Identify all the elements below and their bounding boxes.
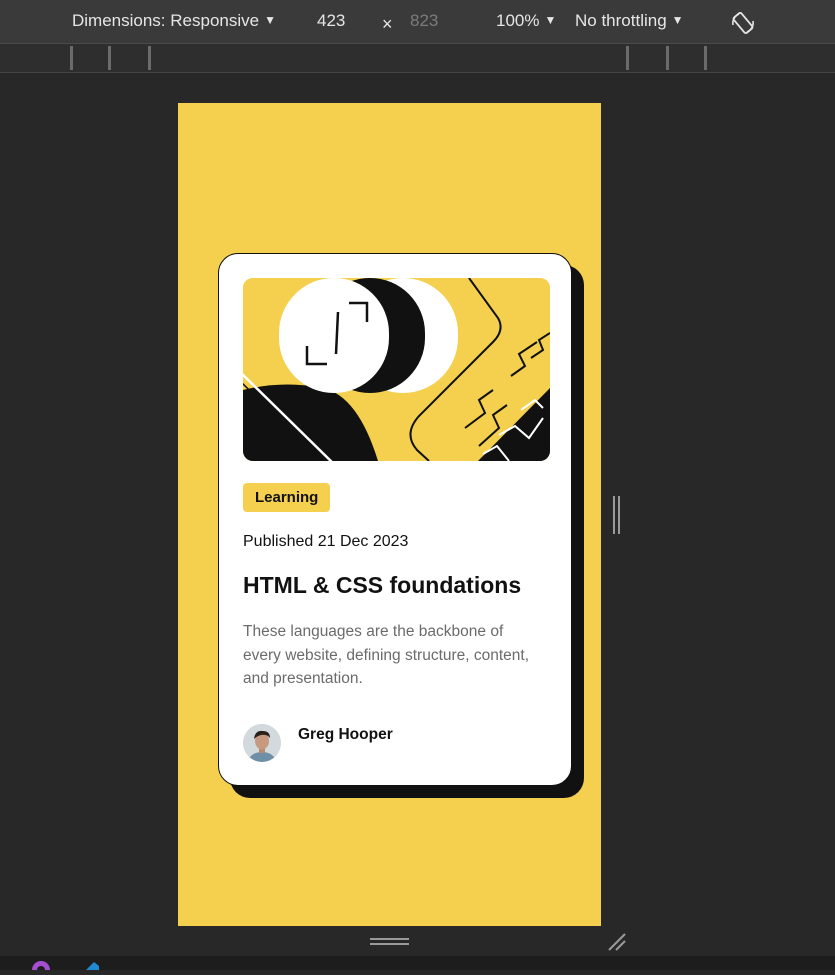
dimension-times-icon: ×	[382, 14, 393, 34]
author-name: Greg Hooper	[298, 726, 393, 743]
rotate-device-icon[interactable]	[729, 9, 757, 42]
devtools-device-toolbar: Dimensions: Responsive ▼ 423 × 823 100% ▼ …	[0, 0, 835, 44]
dimensions-dropdown[interactable]: Dimensions: Responsive ▼	[72, 11, 276, 31]
dimensions-label: Dimensions: Responsive	[72, 11, 260, 30]
resize-handle-icon[interactable]	[611, 496, 621, 534]
zoom-dropdown[interactable]: 100% ▼	[496, 11, 556, 31]
throttling-label: No throttling	[575, 11, 667, 30]
ruler-tick	[704, 46, 707, 70]
width-input[interactable]: 423	[317, 11, 345, 31]
throttling-caret-icon: ▼	[671, 13, 684, 27]
category-tag[interactable]: Learning	[243, 483, 331, 512]
zoom-label: 100%	[496, 11, 540, 30]
height-input[interactable]: 823	[410, 11, 438, 31]
corner-resize-icon[interactable]	[605, 930, 627, 952]
ruler-tick	[666, 46, 669, 70]
blog-preview-card: Learning Published 21 Dec 2023 HTML & CS…	[218, 253, 572, 786]
bottom-resize-handle-icon[interactable]	[370, 937, 409, 947]
dimensions-caret-icon: ▼	[264, 13, 276, 27]
ruler-tick	[108, 46, 111, 70]
ruler-tick	[70, 46, 73, 70]
os-taskbar	[0, 956, 835, 975]
card-description: These languages are the backbone of ever…	[243, 623, 530, 687]
ruler-tick	[148, 46, 151, 70]
published-date: Published 21 Dec 2023	[243, 533, 409, 550]
card-illustration	[243, 278, 550, 461]
responsive-viewport: Learning Published 21 Dec 2023 HTML & CS…	[178, 103, 601, 926]
zoom-caret-icon: ▼	[544, 13, 557, 27]
throttling-dropdown[interactable]: No throttling ▼	[575, 11, 684, 31]
media-query-ruler	[0, 44, 835, 73]
ruler-tick	[626, 46, 629, 70]
author-avatar	[243, 724, 281, 762]
card-title[interactable]: HTML & CSS foundations	[243, 572, 521, 599]
